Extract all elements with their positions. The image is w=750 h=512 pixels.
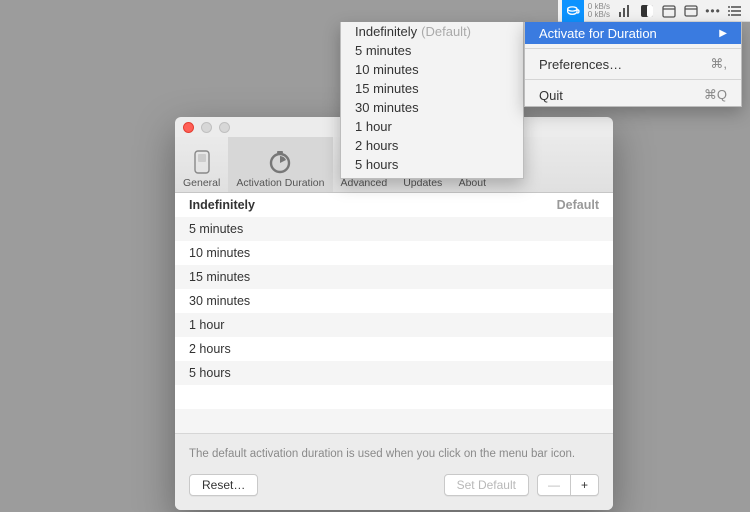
submenu-item-label: 1 hour: [355, 119, 392, 134]
list-item-label: 30 minutes: [189, 294, 250, 308]
menu-separator: [525, 79, 741, 80]
network-speed: 0 kB/s 0 kB/s: [584, 3, 614, 19]
submenu-item-label: Indefinitely: [355, 24, 417, 39]
duration-list: Indefinitely Default 5 minutes 10 minutes…: [175, 193, 613, 433]
app-cup-icon[interactable]: [562, 0, 584, 22]
submenu-item-label: 30 minutes: [355, 100, 419, 115]
list-item[interactable]: [175, 409, 613, 433]
tab-general[interactable]: General: [175, 137, 228, 192]
add-remove-segment: — +: [537, 474, 599, 496]
submenu-item-label: 2 hours: [355, 138, 398, 153]
submenu-item-label: 5 minutes: [355, 43, 411, 58]
list-item-note: Default: [557, 198, 599, 212]
list-item[interactable]: 5 minutes: [175, 217, 613, 241]
list-item-label: Indefinitely: [189, 198, 255, 212]
menu-activate-for-duration[interactable]: Activate for Duration ▶: [525, 22, 741, 44]
submenu-item-label: 15 minutes: [355, 81, 419, 96]
list-item[interactable]: 5 hours: [175, 361, 613, 385]
list-item[interactable]: 30 minutes: [175, 289, 613, 313]
submenu-item-label: 5 hours: [355, 157, 398, 172]
calendar-icon[interactable]: [658, 0, 680, 22]
menu-separator: [525, 48, 741, 49]
contrast-icon[interactable]: [636, 0, 658, 22]
menu-shortcut: ⌘Q: [704, 87, 727, 103]
app-menu: Activate for Duration ▶ Preferences… ⌘, …: [524, 22, 742, 107]
submenu-item[interactable]: 5 minutes: [341, 41, 523, 60]
list-item-label: 10 minutes: [189, 246, 250, 260]
switch-icon: [188, 149, 216, 175]
menu-item-label: Activate for Duration: [539, 26, 657, 41]
tab-activation-duration[interactable]: Activation Duration: [228, 137, 332, 192]
duration-submenu: Indefinitely (Default) 5 minutes 10 minut…: [340, 22, 524, 179]
menu-item-label: Quit: [539, 88, 563, 103]
reset-button[interactable]: Reset…: [189, 474, 258, 496]
list-icon[interactable]: [724, 0, 746, 22]
submenu-item[interactable]: 5 hours: [341, 155, 523, 174]
menu-shortcut: ⌘,: [710, 56, 727, 72]
list-item-label: 5 minutes: [189, 222, 243, 236]
list-item-label: 15 minutes: [189, 270, 250, 284]
menubar: 0 kB/s 0 kB/s •••: [558, 0, 750, 22]
remove-button[interactable]: —: [537, 474, 570, 496]
set-default-button[interactable]: Set Default: [444, 474, 529, 496]
timer-icon: [266, 149, 294, 175]
list-item-label: 5 hours: [189, 366, 231, 380]
submenu-item-label: 10 minutes: [355, 62, 419, 77]
list-item-label: 2 hours: [189, 342, 231, 356]
hint-text: The default activation duration is used …: [189, 448, 599, 460]
tab-label: General: [183, 177, 220, 189]
chart-icon[interactable]: [614, 0, 636, 22]
net-down: 0 kB/s: [588, 11, 610, 19]
submenu-item-note: (Default): [421, 24, 471, 39]
chevron-right-icon: ▶: [719, 28, 727, 39]
list-item[interactable]: 2 hours: [175, 337, 613, 361]
add-button[interactable]: +: [570, 474, 599, 496]
menu-item-label: Preferences…: [539, 57, 622, 72]
submenu-item[interactable]: 15 minutes: [341, 79, 523, 98]
list-item[interactable]: 10 minutes: [175, 241, 613, 265]
list-item[interactable]: 15 minutes: [175, 265, 613, 289]
menu-preferences[interactable]: Preferences… ⌘,: [525, 53, 741, 75]
submenu-item[interactable]: 1 hour: [341, 117, 523, 136]
list-item[interactable]: 1 hour: [175, 313, 613, 337]
more-icon[interactable]: •••: [702, 0, 724, 22]
window-icon[interactable]: [680, 0, 702, 22]
submenu-item[interactable]: 10 minutes: [341, 60, 523, 79]
list-item[interactable]: [175, 385, 613, 409]
list-item[interactable]: Indefinitely Default: [175, 193, 613, 217]
submenu-item[interactable]: 2 hours: [341, 136, 523, 155]
submenu-item[interactable]: Indefinitely (Default): [341, 22, 523, 41]
submenu-item[interactable]: 30 minutes: [341, 98, 523, 117]
tab-label: Activation Duration: [236, 177, 324, 189]
menu-quit[interactable]: Quit ⌘Q: [525, 84, 741, 106]
list-item-label: 1 hour: [189, 318, 224, 332]
footer: The default activation duration is used …: [175, 433, 613, 510]
